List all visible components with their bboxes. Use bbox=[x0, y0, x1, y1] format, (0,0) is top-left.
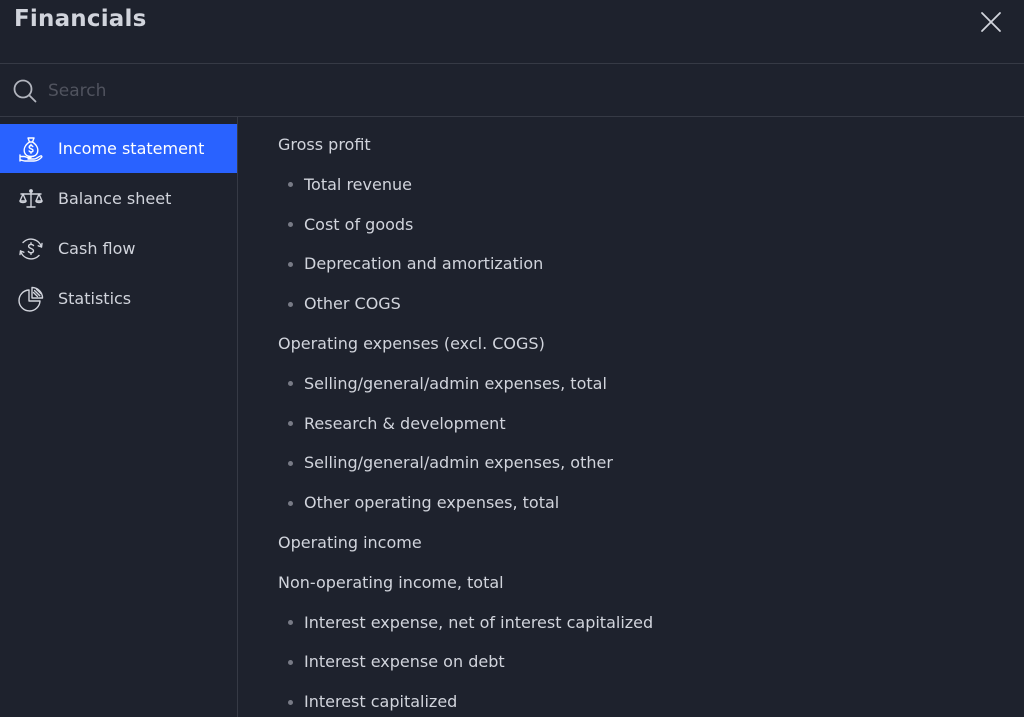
sidebar-item-label: Cash flow bbox=[58, 239, 136, 258]
sidebar: Income statement Balance sheet Cash flow… bbox=[0, 117, 238, 717]
sidebar-item-income-statement[interactable]: Income statement bbox=[0, 124, 237, 173]
list-item[interactable]: Operating income bbox=[238, 523, 1024, 563]
list-item[interactable]: Selling/general/admin expenses, total bbox=[238, 364, 1024, 404]
money-bag-icon bbox=[19, 136, 43, 162]
list-item[interactable]: Cost of goods bbox=[238, 205, 1024, 245]
cash-flow-icon bbox=[19, 237, 43, 260]
list-item[interactable]: Other operating expenses, total bbox=[238, 483, 1024, 523]
sidebar-item-label: Statistics bbox=[58, 289, 132, 308]
search-input[interactable] bbox=[46, 76, 950, 106]
sidebar-item-label: Balance sheet bbox=[58, 189, 172, 208]
financials-dialog: Financials Income statement bbox=[0, 0, 1024, 717]
list-item[interactable]: Interest expense, net of interest capita… bbox=[238, 603, 1024, 643]
metrics-list: Gross profit Total revenue Cost of goods… bbox=[238, 117, 1024, 717]
metrics-list-panel: Gross profit Total revenue Cost of goods… bbox=[238, 117, 1024, 717]
dialog-title: Financials bbox=[14, 6, 147, 32]
sidebar-item-label: Income statement bbox=[58, 139, 205, 158]
close-button[interactable] bbox=[978, 9, 1004, 35]
dialog-header: Financials bbox=[0, 0, 1024, 64]
search-icon bbox=[13, 79, 37, 103]
search-bar bbox=[0, 64, 1024, 117]
sidebar-item-balance-sheet[interactable]: Balance sheet bbox=[0, 174, 237, 223]
list-item[interactable]: Deprecation and amortization bbox=[238, 244, 1024, 284]
list-item[interactable]: Operating expenses (excl. COGS) bbox=[238, 324, 1024, 364]
pie-chart-icon bbox=[18, 286, 44, 312]
sidebar-item-statistics[interactable]: Statistics bbox=[0, 274, 237, 323]
scales-icon bbox=[19, 188, 43, 208]
list-item[interactable]: Interest expense on debt bbox=[238, 642, 1024, 682]
list-item[interactable]: Selling/general/admin expenses, other bbox=[238, 443, 1024, 483]
list-item[interactable]: Total revenue bbox=[238, 165, 1024, 205]
list-item[interactable]: Other COGS bbox=[238, 284, 1024, 324]
sidebar-item-cash-flow[interactable]: Cash flow bbox=[0, 224, 237, 273]
list-item[interactable]: Non-operating income, total bbox=[238, 563, 1024, 603]
list-item[interactable]: Gross profit bbox=[238, 125, 1024, 165]
list-item[interactable]: Interest capitalized bbox=[238, 682, 1024, 717]
list-item[interactable]: Research & development bbox=[238, 404, 1024, 444]
close-icon bbox=[981, 12, 1001, 32]
